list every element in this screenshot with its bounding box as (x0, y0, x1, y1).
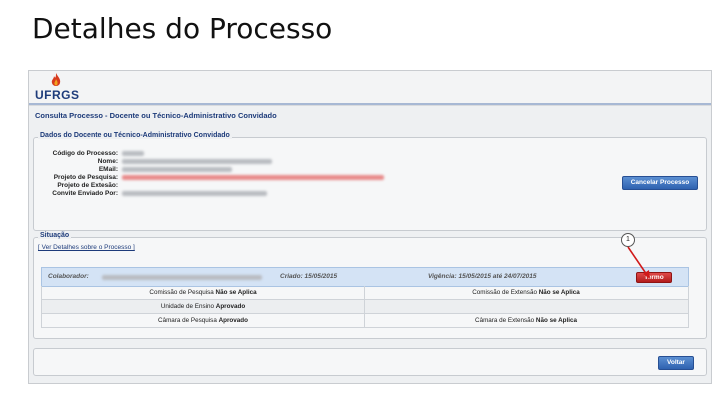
value-convite-redacted (122, 191, 267, 196)
row-left-cell: Câmara de Pesquisa Aprovado (158, 317, 248, 324)
screenshot-panel: UFRGS Consulta Processo - Docente ou Téc… (28, 70, 712, 384)
ver-detalhes-link[interactable]: [ Ver Detalhes sobre o Processo ] (38, 244, 135, 251)
value-nome-redacted (122, 159, 272, 164)
ufrgs-logo: UFRGS (35, 73, 79, 103)
table-row: Unidade de Ensino Aprovado (41, 300, 689, 314)
label-convite: Convite Enviado Por: (52, 190, 118, 197)
label-nome: Nome: (97, 158, 118, 165)
footer-bar: Voltar (33, 348, 707, 376)
label-codigo: Código do Processo: (52, 150, 118, 157)
row-right-cell: Câmara de Extensão Não se Aplica (475, 317, 577, 324)
slide-title: Detalhes do Processo (32, 12, 333, 45)
colaborador-label: Colaborador: (48, 273, 89, 280)
label-projeto-pesquisa: Projeto de Pesquisa: (53, 174, 118, 181)
label-projeto-extensao: Projeto de Extesão: (57, 182, 118, 189)
situacao-table-header: Colaborador: Criado: 15/05/2015 Vigência… (41, 267, 689, 287)
row-left-cell: Unidade de Ensino Aprovado (160, 303, 246, 310)
row-right-cell: Comissão de Extensão Não se Aplica (472, 289, 580, 296)
value-codigo-redacted (122, 151, 144, 156)
value-projeto-pesquisa-redacted (122, 175, 384, 180)
page-heading: Consulta Processo - Docente ou Técnico-A… (35, 111, 277, 120)
table-row: Comissão de Pesquisa Não se Aplica Comis… (41, 286, 689, 300)
flame-icon (51, 73, 61, 86)
header-divider (29, 103, 711, 105)
row-left-cell: Comissão de Pesquisa Não se Aplica (149, 289, 257, 296)
value-email-redacted (122, 167, 232, 172)
logo-text: UFRGS (35, 88, 80, 102)
annotation-arrow-icon (627, 246, 650, 279)
dados-fieldset: Dados do Docente ou Técnico-Administrati… (33, 132, 707, 231)
table-row: Câmara de Pesquisa Aprovado Câmara de Ex… (41, 314, 689, 328)
vigencia-dates: Vigência: 15/05/2015 até 24/07/2015 (428, 273, 537, 280)
cancelar-processo-button[interactable]: Cancelar Processo (622, 176, 698, 190)
label-email: EMail: (98, 166, 118, 173)
voltar-button[interactable]: Voltar (658, 356, 694, 370)
criado-date: Criado: 15/05/2015 (280, 273, 338, 280)
dados-legend: Dados do Docente ou Técnico-Administrati… (38, 132, 232, 139)
app-header: UFRGS (29, 71, 711, 106)
situacao-legend: Situação (38, 232, 72, 239)
colaborador-name-redacted (102, 275, 262, 280)
